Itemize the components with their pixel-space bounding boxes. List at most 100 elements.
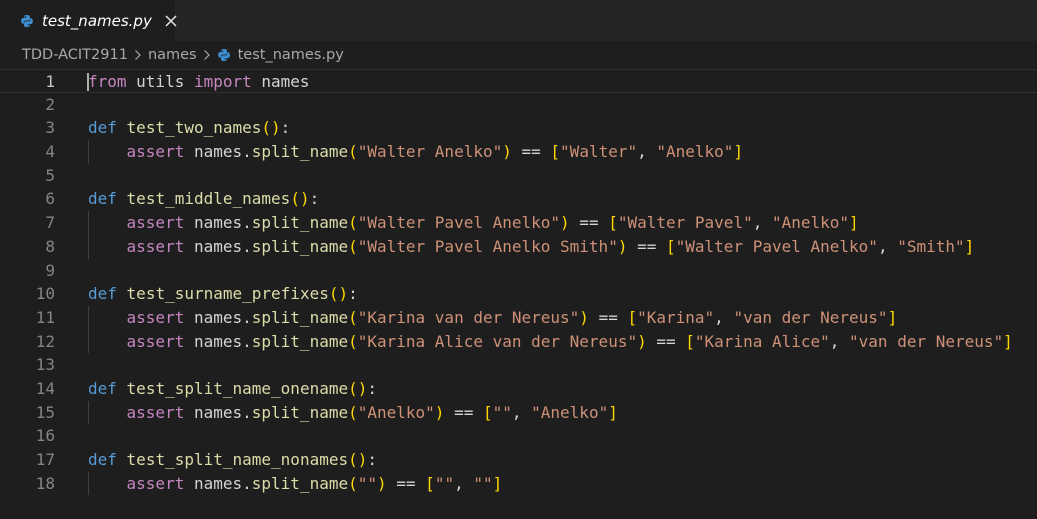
code-text: assert names.split_name("") == ["", ""] [88,472,503,496]
code-token: == [444,402,483,422]
code-token: "Karina Alice" [694,331,830,351]
code-token: ( [348,142,358,162]
code-token: test_middle_names [126,189,291,209]
code-token: "Walter Pavel" [617,213,753,233]
code-line[interactable]: 7 assert names.split_name("Walter Pavel … [0,211,1037,235]
code-token: split_name [251,473,349,493]
code-line[interactable]: 6 def test_middle_names(): [0,187,1037,211]
breadcrumb-item-file[interactable]: test_names.py [238,47,344,63]
code-token: == [646,331,686,351]
code-line[interactable]: 14 def test_split_name_onename(): [0,377,1037,401]
code-token: utils [126,72,194,91]
code-token: names [251,72,310,91]
code-text: def test_two_names(): [88,116,290,140]
code-line[interactable]: 13 [0,353,1037,377]
code-token: [ [425,473,435,493]
code-line[interactable]: 17 def test_split_name_nonames(): [0,448,1037,472]
code-line[interactable]: 1 from utils import names [0,69,1037,93]
code-token: "Karina" [637,307,715,327]
line-number: 17 [35,450,55,469]
code-token: ] [492,473,503,493]
code-token: [ [608,213,618,233]
code-line[interactable]: 18 assert names.split_name("") == ["", "… [0,471,1037,496]
code-text: assert names.split_name("Walter Anelko")… [88,140,744,164]
line-number: 6 [45,189,55,209]
code-text: assert names.split_name("Walter Pavel An… [88,211,859,235]
code-token: split_name [251,331,349,351]
code-token: def [88,378,117,398]
line-number: 1 [45,72,55,91]
code-token: "Walter Pavel Anelko Smith" [357,236,618,256]
code-line[interactable]: 15 assert names.split_name("Anelko") == … [0,400,1037,425]
code-token: "Walter Pavel Anelko" [675,236,878,256]
code-editor[interactable]: 1 from utils import names 2 3 def test_two_n… [0,69,1037,519]
code-token: ) [560,213,570,233]
code-token: test_split_name_onename [126,378,349,398]
code-line[interactable]: 10 def test_surname_prefixes(): [0,282,1037,306]
code-token: names. [184,331,252,351]
code-text: assert names.split_name("Karina Alice va… [88,330,1013,354]
code-line[interactable]: 12 assert names.split_name("Karina Alice… [0,329,1037,354]
code-token: () [348,378,368,398]
code-token: , [829,331,850,351]
code-line[interactable]: 5 [0,164,1037,188]
breadcrumb-item-project[interactable]: TDD-ACIT2911 [22,47,128,63]
code-line[interactable]: 2 [0,93,1037,117]
code-token: [ [550,142,561,162]
code-token: , [877,236,898,256]
code-token: split_name [251,213,349,233]
code-token: ] [1003,331,1013,351]
code-line[interactable]: 4 assert names.split_name("Walter Anelko… [0,140,1037,164]
line-number: 11 [35,307,55,327]
code-token: "Karina van der Nereus" [357,307,580,327]
code-token: () [261,118,281,138]
code-token: ) [579,307,589,327]
code-token: ] [964,236,975,256]
code-token: assert [126,307,185,327]
tab-test-names[interactable]: test_names.py [0,0,178,41]
code-text: def test_surname_prefixes(): [88,282,358,306]
code-token: split_name [251,402,349,422]
code-token: "Walter Anelko" [357,142,503,162]
code-token: [ [666,236,676,256]
code-token: def [88,189,117,209]
tab-title: test_names.py [42,11,152,30]
code-token: def [88,118,117,138]
code-line[interactable]: 3 def test_two_names(): [0,116,1037,140]
code-token: [ [627,307,638,327]
code-line[interactable]: 11 assert names.split_name("Karina van d… [0,305,1037,330]
line-number: 16 [35,426,55,446]
line-number: 14 [35,378,55,398]
code-line[interactable]: 9 [0,259,1037,283]
code-token: split_name [251,307,349,327]
line-number: 4 [45,142,55,162]
code-token: ( [348,236,358,256]
code-token: "Smith" [897,236,965,256]
line-number: 9 [45,260,55,280]
code-token: "Anelko" [357,402,435,422]
text-cursor [87,73,89,91]
chevron-right-icon [134,49,142,61]
close-icon[interactable] [164,13,178,29]
code-token: : [309,189,320,209]
code-token: ( [348,402,358,422]
code-token: , [454,473,474,493]
code-token: ( [348,331,358,351]
code-token: : [280,118,291,138]
code-token: == [569,213,609,233]
code-line[interactable]: 16 [0,424,1037,448]
code-token: def [88,284,117,304]
code-token: "Walter Pavel Anelko" [357,213,561,233]
code-token: "van der Nereus" [849,331,1004,351]
breadcrumb-item-folder[interactable]: names [148,47,197,63]
code-text: assert names.split_name("Karina van der … [88,306,898,330]
code-token: test_surname_prefixes [126,284,329,304]
code-token: "Karina Alice van der Nereus" [357,331,638,351]
code-token: assert [126,331,185,351]
code-line[interactable]: 8 assert names.split_name("Walter Pavel … [0,234,1037,259]
code-token: assert [126,213,185,233]
code-token: ] [887,307,898,327]
